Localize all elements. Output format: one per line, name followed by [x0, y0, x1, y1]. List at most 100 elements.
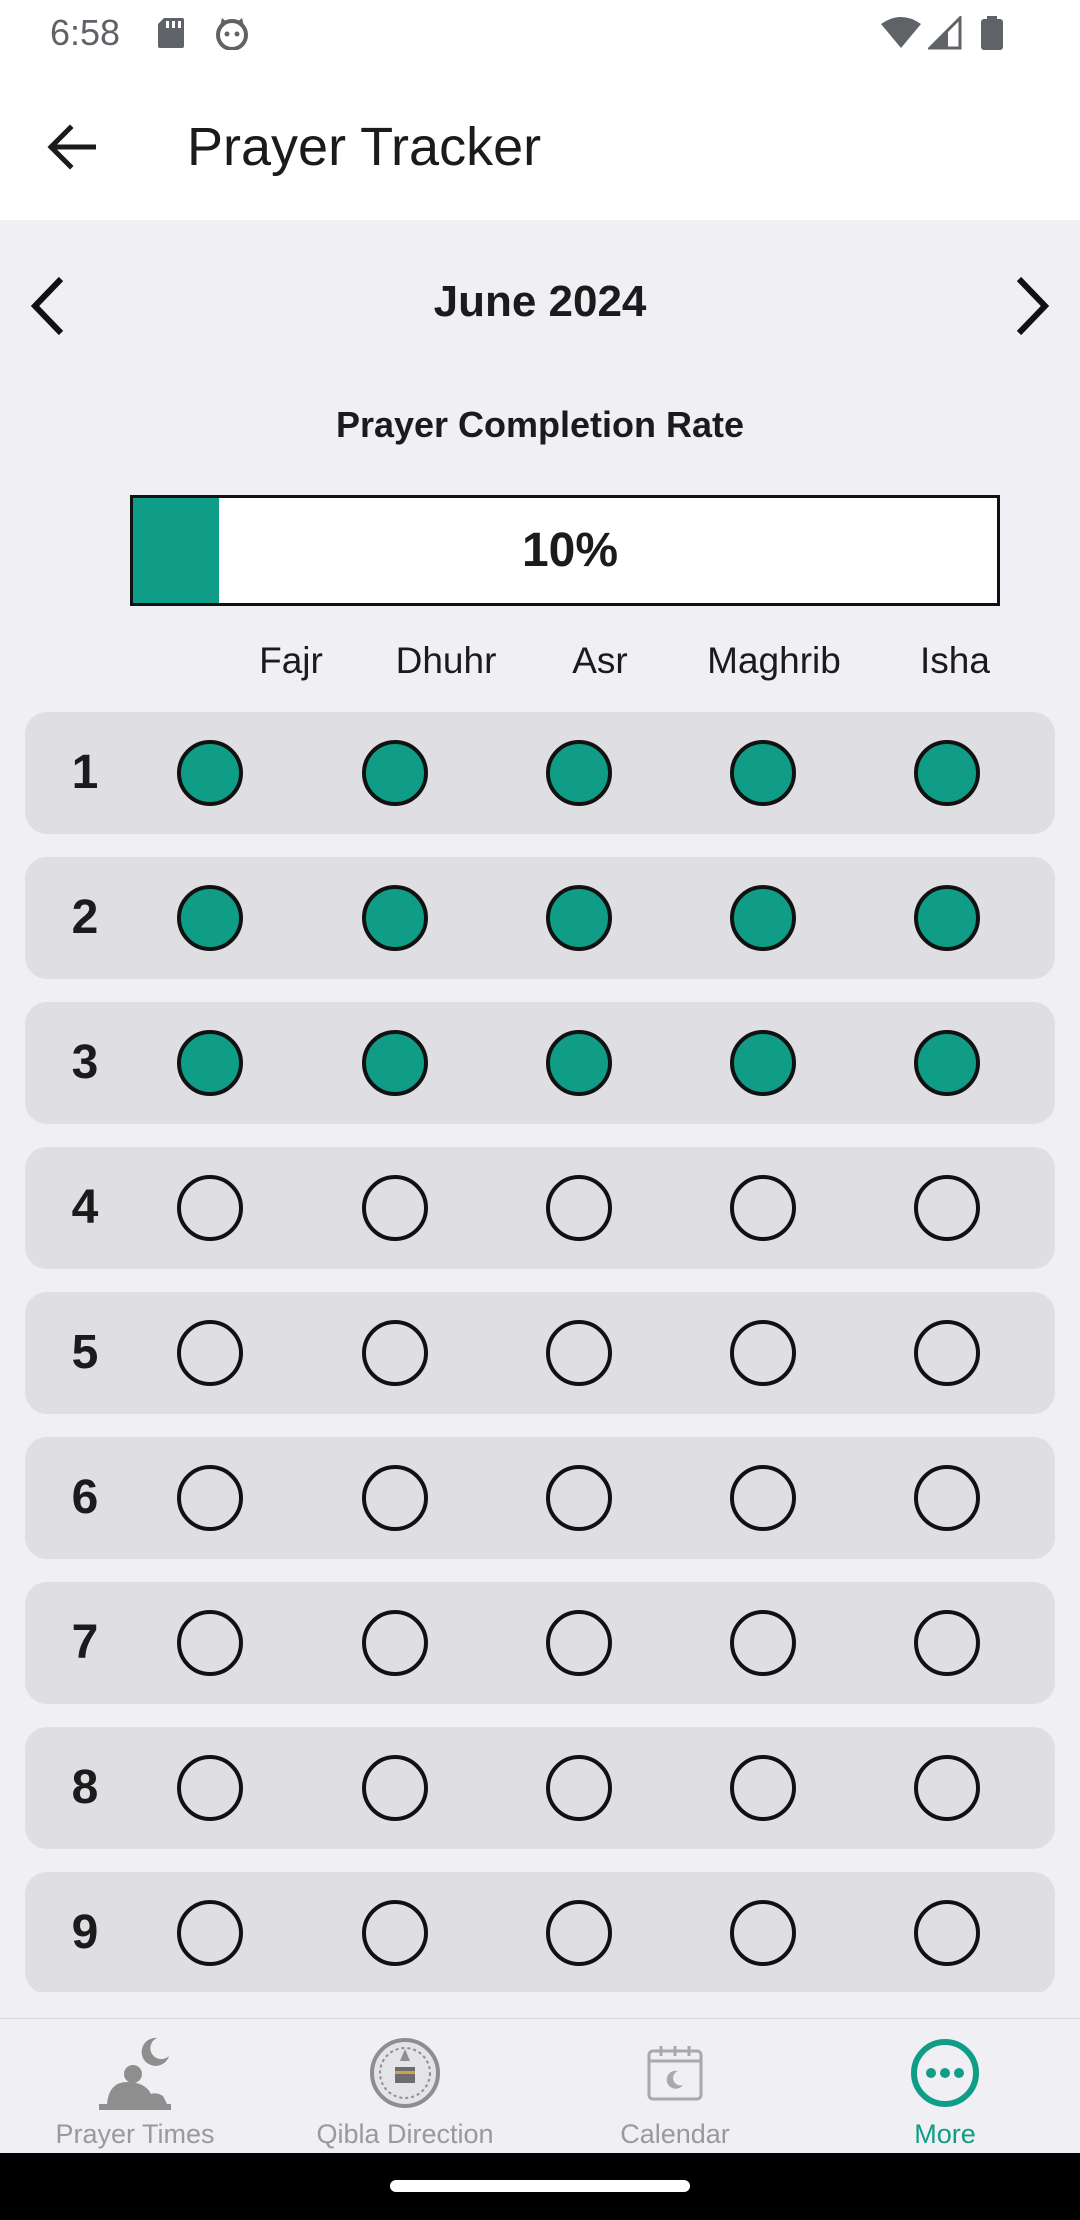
- prayer-checkbox-dhuhr[interactable]: [362, 1320, 428, 1386]
- column-header-dhuhr: Dhuhr: [395, 640, 497, 681]
- prayer-times-icon: [95, 2033, 175, 2113]
- day-row: 2: [25, 857, 1055, 979]
- app-bar: Prayer Tracker: [0, 66, 1080, 220]
- nav-label: Prayer Times: [55, 2119, 215, 2149]
- column-header-isha: Isha: [920, 640, 990, 681]
- bottom-navigation: Prayer Times Qibla Direction Calendar Mo…: [0, 2018, 1080, 2153]
- prayer-checkbox-isha[interactable]: [914, 740, 980, 806]
- day-number: 3: [71, 1036, 99, 1089]
- day-number: 9: [71, 1906, 99, 1959]
- prayer-checkbox-asr[interactable]: [546, 1755, 612, 1821]
- prayer-checkbox-maghrib[interactable]: [730, 1610, 796, 1676]
- prayer-column-headers: Fajr Dhuhr Asr Maghrib Isha: [0, 640, 1080, 696]
- prayer-checkbox-maghrib[interactable]: [730, 885, 796, 951]
- prayer-checkbox-maghrib[interactable]: [730, 1465, 796, 1531]
- prayer-checkbox-dhuhr[interactable]: [362, 1900, 428, 1966]
- day-number: 5: [71, 1326, 99, 1379]
- day-row: 5: [25, 1292, 1055, 1414]
- home-gesture-handle[interactable]: [390, 2180, 690, 2192]
- day-number: 8: [71, 1761, 99, 1814]
- completion-progress-bar: 10%: [130, 495, 1000, 606]
- prayer-checkbox-asr[interactable]: [546, 740, 612, 806]
- day-number: 6: [71, 1471, 99, 1524]
- day-number: 4: [71, 1181, 99, 1234]
- prayer-checkbox-isha[interactable]: [914, 1900, 980, 1966]
- prayer-checkbox-dhuhr[interactable]: [362, 1175, 428, 1241]
- day-number: 2: [71, 891, 99, 944]
- prayer-checkbox-dhuhr[interactable]: [362, 1465, 428, 1531]
- prayer-checkbox-asr[interactable]: [546, 1030, 612, 1096]
- prayer-checkbox-dhuhr[interactable]: [362, 1755, 428, 1821]
- day-row: 4: [25, 1147, 1055, 1269]
- battery-icon: [980, 16, 1004, 55]
- prayer-checkbox-isha[interactable]: [914, 1320, 980, 1386]
- prayer-checkbox-fajr[interactable]: [177, 1755, 243, 1821]
- day-row: 3: [25, 1002, 1055, 1124]
- prayer-checkbox-isha[interactable]: [914, 1030, 980, 1096]
- day-row: 9: [25, 1872, 1055, 1992]
- cat-face-icon: [214, 16, 250, 55]
- prayer-checkbox-dhuhr[interactable]: [362, 1030, 428, 1096]
- prayer-checkbox-isha[interactable]: [914, 1755, 980, 1821]
- prayer-checkbox-isha[interactable]: [914, 885, 980, 951]
- prayer-checkbox-maghrib[interactable]: [730, 1755, 796, 1821]
- column-header-fajr: Fajr: [259, 640, 323, 681]
- prayer-checkbox-fajr[interactable]: [177, 1465, 243, 1531]
- prayer-checkbox-fajr[interactable]: [177, 1030, 243, 1096]
- nav-label: Qibla Direction: [316, 2119, 494, 2149]
- status-time: 6:58: [50, 12, 121, 53]
- prayer-checkbox-dhuhr[interactable]: [362, 885, 428, 951]
- chevron-right-icon: [1016, 276, 1050, 336]
- prayer-checkbox-asr[interactable]: [546, 1610, 612, 1676]
- gesture-navigation-bar: [0, 2153, 1080, 2220]
- prayer-checkbox-dhuhr[interactable]: [362, 1610, 428, 1676]
- prayer-checkbox-asr[interactable]: [546, 1320, 612, 1386]
- prayer-checkbox-asr[interactable]: [546, 1900, 612, 1966]
- column-header-maghrib: Maghrib: [707, 640, 841, 681]
- prayer-checkbox-fajr[interactable]: [177, 885, 243, 951]
- completion-rate-title: Prayer Completion Rate: [335, 404, 745, 445]
- prayer-checkbox-isha[interactable]: [914, 1610, 980, 1676]
- day-row: 1: [25, 712, 1055, 834]
- nav-prayer-times[interactable]: Prayer Times: [0, 2019, 270, 2154]
- prayer-checkbox-fajr[interactable]: [177, 740, 243, 806]
- status-bar: 6:58: [0, 0, 1080, 66]
- cell-signal-icon: [926, 14, 962, 55]
- day-list[interactable]: 1 2 3 4 5 6 7 8 9: [0, 712, 1080, 1992]
- month-label: June 2024: [433, 277, 647, 326]
- nav-more[interactable]: More: [810, 2019, 1080, 2154]
- wifi-icon: [880, 16, 922, 55]
- day-row: 7: [25, 1582, 1055, 1704]
- page-title: Prayer Tracker: [187, 117, 542, 177]
- column-header-asr: Asr: [572, 640, 628, 681]
- prayer-checkbox-maghrib[interactable]: [730, 1320, 796, 1386]
- prayer-checkbox-fajr[interactable]: [177, 1175, 243, 1241]
- prayer-checkbox-asr[interactable]: [546, 1175, 612, 1241]
- more-icon: [905, 2033, 985, 2113]
- qibla-compass-icon: [365, 2033, 445, 2113]
- prayer-checkbox-fajr[interactable]: [177, 1900, 243, 1966]
- prayer-checkbox-maghrib[interactable]: [730, 1900, 796, 1966]
- prayer-checkbox-fajr[interactable]: [177, 1610, 243, 1676]
- prayer-checkbox-isha[interactable]: [914, 1175, 980, 1241]
- arrow-left-icon: [47, 124, 96, 170]
- prayer-checkbox-fajr[interactable]: [177, 1320, 243, 1386]
- sd-card-icon: [156, 16, 186, 55]
- day-number: 1: [71, 746, 99, 799]
- completion-percent: 10%: [521, 524, 619, 577]
- nav-calendar[interactable]: Calendar: [540, 2019, 810, 2154]
- day-number: 7: [71, 1616, 99, 1669]
- prayer-checkbox-asr[interactable]: [546, 885, 612, 951]
- prayer-checkbox-isha[interactable]: [914, 1465, 980, 1531]
- nav-label: Calendar: [620, 2119, 730, 2149]
- back-button[interactable]: [30, 106, 112, 188]
- prayer-checkbox-asr[interactable]: [546, 1465, 612, 1531]
- next-month-button[interactable]: [998, 266, 1068, 346]
- prayer-checkbox-dhuhr[interactable]: [362, 740, 428, 806]
- prayer-checkbox-maghrib[interactable]: [730, 1030, 796, 1096]
- nav-label: More: [914, 2119, 976, 2149]
- prayer-checkbox-maghrib[interactable]: [730, 1175, 796, 1241]
- nav-qibla-direction[interactable]: Qibla Direction: [270, 2019, 540, 2154]
- prayer-checkbox-maghrib[interactable]: [730, 740, 796, 806]
- day-row: 6: [25, 1437, 1055, 1559]
